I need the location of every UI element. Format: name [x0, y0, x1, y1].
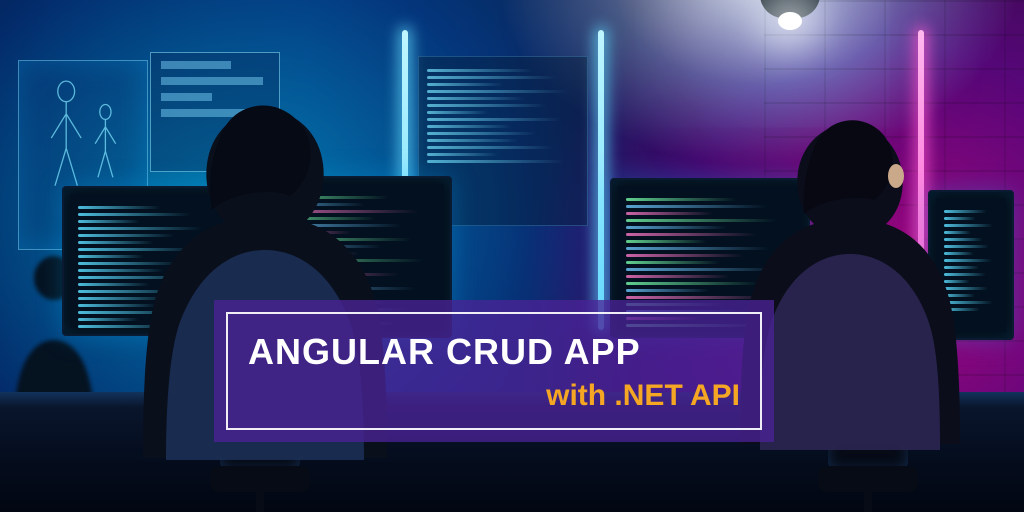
title-overlay: ANGULAR CRUD APP with .NET API — [214, 300, 774, 442]
title-main: ANGULAR CRUD APP — [248, 331, 740, 373]
title-sub: with .NET API — [248, 379, 740, 413]
ceiling-lamp — [740, 0, 840, 50]
neon-tube — [598, 30, 604, 330]
hero-image: ANGULAR CRUD APP with .NET API — [0, 0, 1024, 512]
